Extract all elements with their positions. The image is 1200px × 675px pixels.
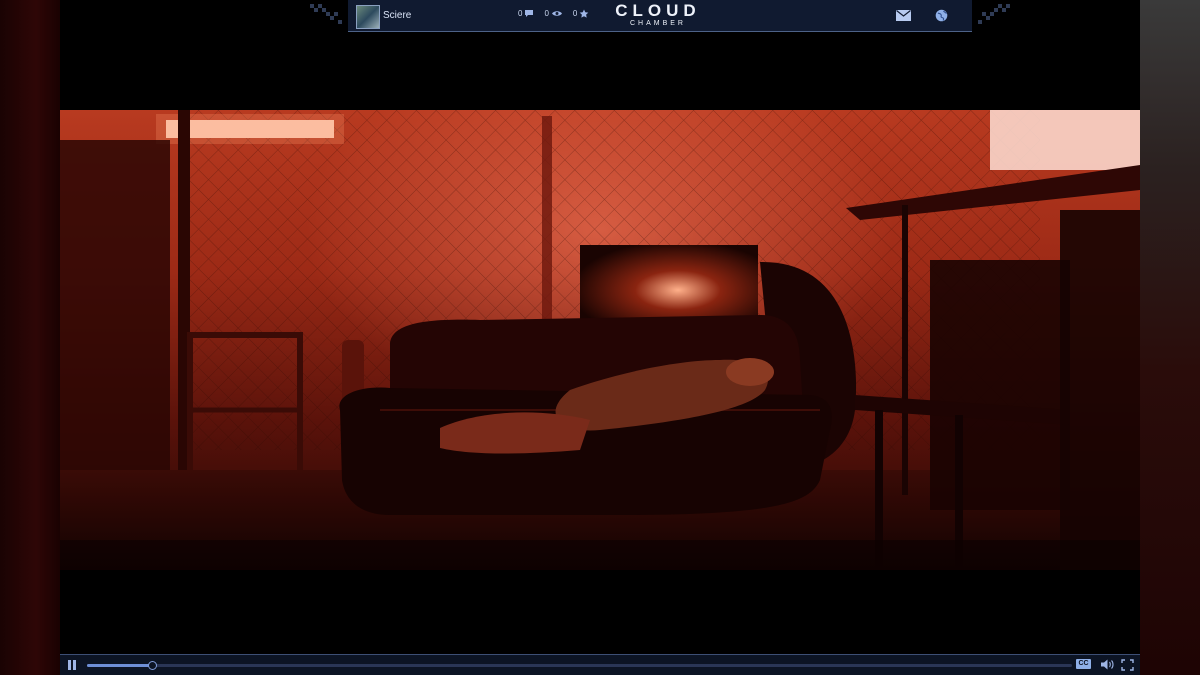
stat-comments[interactable]: 0	[518, 9, 534, 18]
pause-button[interactable]	[66, 659, 78, 671]
video-frame[interactable]	[60, 110, 1140, 570]
volume-icon[interactable]	[1100, 658, 1114, 671]
mail-icon[interactable]	[896, 10, 911, 21]
checker-decoration-left	[310, 4, 342, 24]
stat-comments-count: 0	[518, 9, 523, 18]
player-controls: CC	[60, 654, 1140, 675]
stat-views-count: 0	[544, 9, 549, 18]
checker-decoration-right	[978, 4, 1010, 24]
seek-progress	[87, 664, 152, 667]
stat-views[interactable]: 0	[544, 9, 562, 18]
globe-icon[interactable]	[935, 9, 948, 22]
seek-bar[interactable]	[87, 661, 1072, 670]
eye-icon	[551, 11, 562, 16]
brand-subtitle: CHAMBER	[629, 20, 686, 27]
right-backdrop	[1140, 0, 1200, 675]
brand-logo[interactable]: CLOUD CHAMBER	[593, 2, 723, 28]
top-header-bar: Sciere 0 0 0 CLOUD CHAMBER	[348, 0, 972, 32]
pause-icon	[68, 660, 71, 670]
player-stage: Sciere 0 0 0 CLOUD CHAMBER CC	[60, 0, 1140, 675]
seek-handle[interactable]	[148, 661, 157, 670]
pause-icon-bar	[73, 660, 76, 670]
stats-group: 0 0 0	[518, 9, 589, 18]
left-backdrop	[0, 0, 60, 675]
avatar[interactable]	[356, 5, 380, 29]
stat-favorites[interactable]: 0	[573, 9, 589, 18]
star-icon	[580, 9, 589, 18]
brand-title: CLOUD	[615, 1, 701, 20]
video-scene	[60, 110, 1140, 570]
chat-bubble-icon	[525, 10, 534, 17]
username[interactable]: Sciere	[383, 10, 411, 21]
closed-captions-button[interactable]: CC	[1076, 659, 1091, 669]
stat-favorites-count: 0	[572, 9, 578, 18]
fullscreen-icon[interactable]	[1121, 659, 1134, 671]
